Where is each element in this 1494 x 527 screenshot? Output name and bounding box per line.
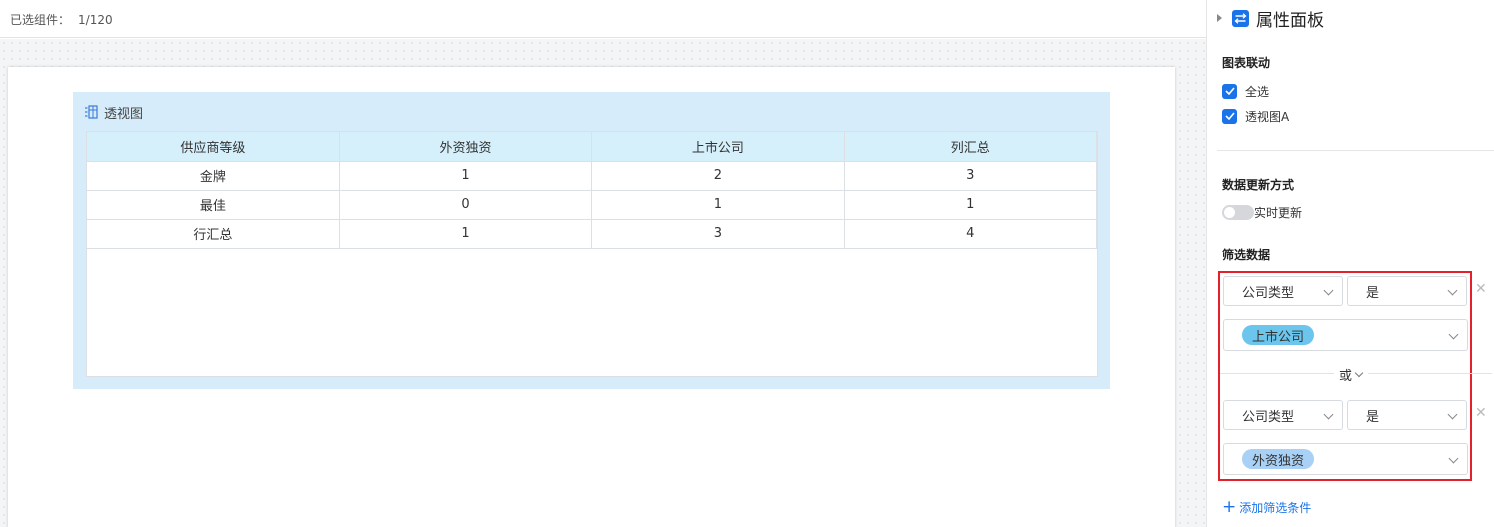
value-tag[interactable]: 上市公司 — [1242, 325, 1315, 345]
update-mode-title: 数据更新方式 — [1222, 178, 1295, 192]
pivot-table-icon — [85, 105, 98, 119]
realtime-update-row[interactable]: 实时更新 — [1222, 204, 1302, 220]
table-header-row: 供应商等级 外资独资 上市公司 列汇总 — [87, 132, 1098, 162]
property-panel: 属性面板 图表联动 全选 透视图A 数据更新方式 实时更新 筛选数据 公司类型 … — [1206, 0, 1494, 527]
plus-icon: + — [1222, 496, 1237, 517]
field-select[interactable]: 公司类型 — [1223, 276, 1343, 306]
column-header[interactable]: 外资独资 — [339, 132, 593, 162]
chevron-down-icon — [1323, 285, 1334, 296]
remove-condition-icon[interactable]: ✕ — [1475, 405, 1487, 421]
table-cell: 3 — [844, 161, 1098, 191]
logic-join-select[interactable]: 或 — [1339, 365, 1364, 384]
checkbox-pivot-a[interactable]: 透视图A — [1222, 108, 1289, 124]
checkbox-checked-icon[interactable] — [1222, 108, 1237, 124]
value-select[interactable]: 上市公司 — [1223, 319, 1468, 351]
table-cell: 1 — [339, 219, 593, 249]
checkbox-label: 透视图A — [1245, 109, 1290, 124]
table-row: 最佳 0 1 1 — [87, 190, 1098, 220]
field-select[interactable]: 公司类型 — [1223, 400, 1343, 430]
section-divider — [1217, 150, 1494, 151]
column-header[interactable]: 供应商等级 — [87, 132, 340, 162]
table-cell: 1 — [591, 190, 845, 220]
panel-header[interactable]: 属性面板 — [1217, 7, 1324, 31]
checkbox-checked-icon[interactable] — [1222, 83, 1237, 99]
chevron-down-icon — [1448, 329, 1459, 340]
toggle-label: 实时更新 — [1254, 205, 1303, 220]
operator-select[interactable]: 是 — [1347, 276, 1467, 306]
remove-condition-icon[interactable]: ✕ — [1475, 281, 1487, 297]
value-select[interactable]: 外资独资 — [1223, 443, 1468, 475]
logic-join-label: 或 — [1339, 369, 1353, 384]
operator-select[interactable]: 是 — [1347, 400, 1467, 430]
design-canvas[interactable]: 透视图 供应商等级 外资独资 上市公司 列汇总 金牌 1 2 3 最佳 0 1 … — [0, 39, 1206, 527]
checkbox-select-all[interactable]: 全选 — [1222, 83, 1269, 99]
field-select-value: 公司类型 — [1242, 409, 1295, 425]
table-cell: 1 — [339, 161, 593, 191]
filter-data-title: 筛选数据 — [1222, 248, 1271, 262]
table-cell: 1 — [844, 190, 1098, 220]
table-row: 行汇总 1 3 4 — [87, 219, 1098, 249]
table-cell: 4 — [844, 219, 1098, 249]
logic-join-row: 或 — [1220, 363, 1492, 384]
field-select-value: 公司类型 — [1242, 285, 1295, 301]
pivot-table: 供应商等级 外资独资 上市公司 列汇总 金牌 1 2 3 最佳 0 1 1 行汇… — [86, 131, 1098, 377]
table-cell: 2 — [591, 161, 845, 191]
chevron-down-icon — [1447, 409, 1458, 420]
filter-conditions-box: 公司类型 是 上市公司 或 公司类型 是 外资独资 — [1218, 271, 1492, 481]
column-header[interactable]: 上市公司 — [591, 132, 845, 162]
operator-select-value: 是 — [1366, 285, 1380, 301]
widget-title: 透视图 — [84, 104, 144, 122]
realtime-update-toggle[interactable] — [1222, 204, 1254, 220]
top-toolbar: 已选组件： 1/120 — [0, 0, 1206, 38]
chevron-down-icon — [1354, 368, 1364, 377]
table-cell: 金牌 — [87, 161, 340, 191]
sliders-icon — [1232, 9, 1249, 27]
table-cell: 行汇总 — [87, 219, 340, 249]
widget-title-text: 透视图 — [104, 106, 144, 122]
selected-count: 1/120 — [78, 13, 113, 27]
add-filter-button[interactable]: + 添加筛选条件 — [1222, 498, 1311, 516]
table-row: 金牌 1 2 3 — [87, 161, 1098, 191]
table-cell: 0 — [339, 190, 593, 220]
table-cell: 3 — [591, 219, 845, 249]
chevron-down-icon — [1448, 453, 1459, 464]
chevron-down-icon — [1447, 285, 1458, 296]
panel-title: 属性面板 — [1256, 10, 1324, 31]
chart-link-title: 图表联动 — [1222, 56, 1271, 70]
add-filter-label: 添加筛选条件 — [1239, 500, 1312, 515]
selected-components-info: 已选组件： 1/120 — [10, 11, 113, 28]
chevron-down-icon — [1323, 409, 1334, 420]
value-tag[interactable]: 外资独资 — [1242, 449, 1315, 469]
collapse-caret-icon[interactable] — [1217, 14, 1222, 22]
column-header[interactable]: 列汇总 — [844, 132, 1098, 162]
table-cell: 最佳 — [87, 190, 340, 220]
checkbox-label: 全选 — [1245, 84, 1270, 99]
pivot-table-widget[interactable]: 透视图 供应商等级 外资独资 上市公司 列汇总 金牌 1 2 3 最佳 0 1 … — [73, 92, 1110, 389]
selected-label: 已选组件： — [10, 13, 71, 27]
dashboard-page[interactable]: 透视图 供应商等级 外资独资 上市公司 列汇总 金牌 1 2 3 最佳 0 1 … — [8, 67, 1175, 527]
operator-select-value: 是 — [1366, 409, 1380, 425]
